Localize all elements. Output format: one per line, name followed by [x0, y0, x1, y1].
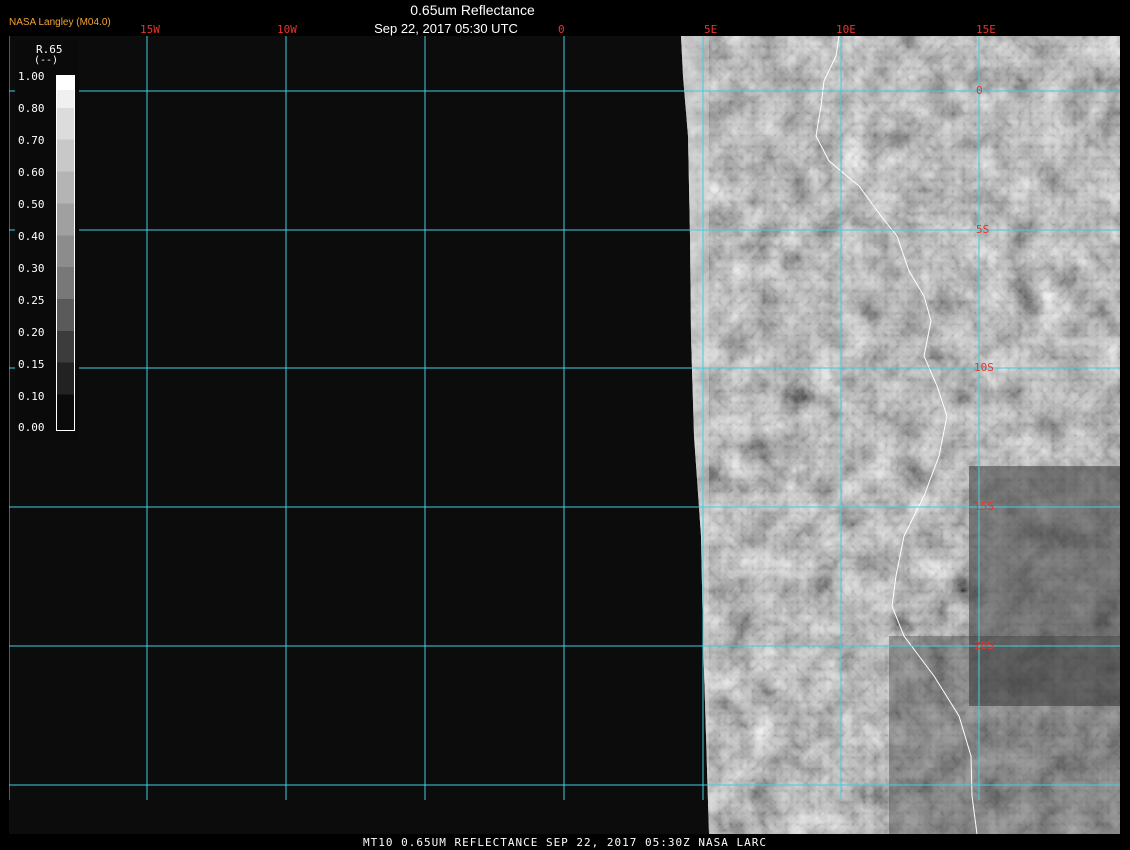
lon-label-15e: 15E	[976, 23, 996, 36]
legend-tick: 1.00	[18, 70, 45, 83]
legend-tick: 0.30	[18, 262, 45, 275]
lat-label-10s: 10S	[974, 361, 994, 374]
legend-colorbar	[56, 75, 75, 431]
footer-caption: MT10 0.65UM REFLECTANCE SEP 22, 2017 05:…	[363, 836, 767, 849]
lat-label-20s: 20S	[974, 639, 994, 652]
lon-label-0: 0	[558, 23, 565, 36]
lon-label-5e: 5E	[704, 23, 718, 36]
legend-tick: 0.60	[18, 166, 45, 179]
legend-tick: 0.80	[18, 102, 45, 115]
legend-tick: 0.40	[18, 230, 45, 243]
lat-label-15s: 15S	[974, 500, 994, 513]
satellite-map	[9, 36, 1120, 834]
legend-tick: 0.20	[18, 326, 45, 339]
legend-tick: 0.25	[18, 294, 45, 307]
image-datetime: Sep 22, 2017 05:30 UTC	[374, 21, 518, 36]
legend-units: (--)	[34, 55, 59, 66]
legend-tick: 0.00	[18, 421, 45, 434]
legend-tick: 0.10	[18, 390, 45, 403]
lon-label-10e: 10E	[836, 23, 856, 36]
lon-label-15w: 15W	[140, 23, 160, 36]
map-imagery	[9, 36, 1120, 834]
image-title: 0.65um Reflectance	[410, 2, 535, 18]
color-legend: R.65 (--) 1.00 0.80 0.70 0.60 0.50 0.40 …	[15, 40, 79, 440]
legend-tick: 0.70	[18, 134, 45, 147]
lat-label-5s: 5S	[976, 223, 990, 236]
legend-tick: 0.15	[18, 358, 45, 371]
legend-tick: 0.50	[18, 198, 45, 211]
lat-label-0: 0	[976, 84, 983, 97]
lon-label-10w: 10W	[277, 23, 297, 36]
